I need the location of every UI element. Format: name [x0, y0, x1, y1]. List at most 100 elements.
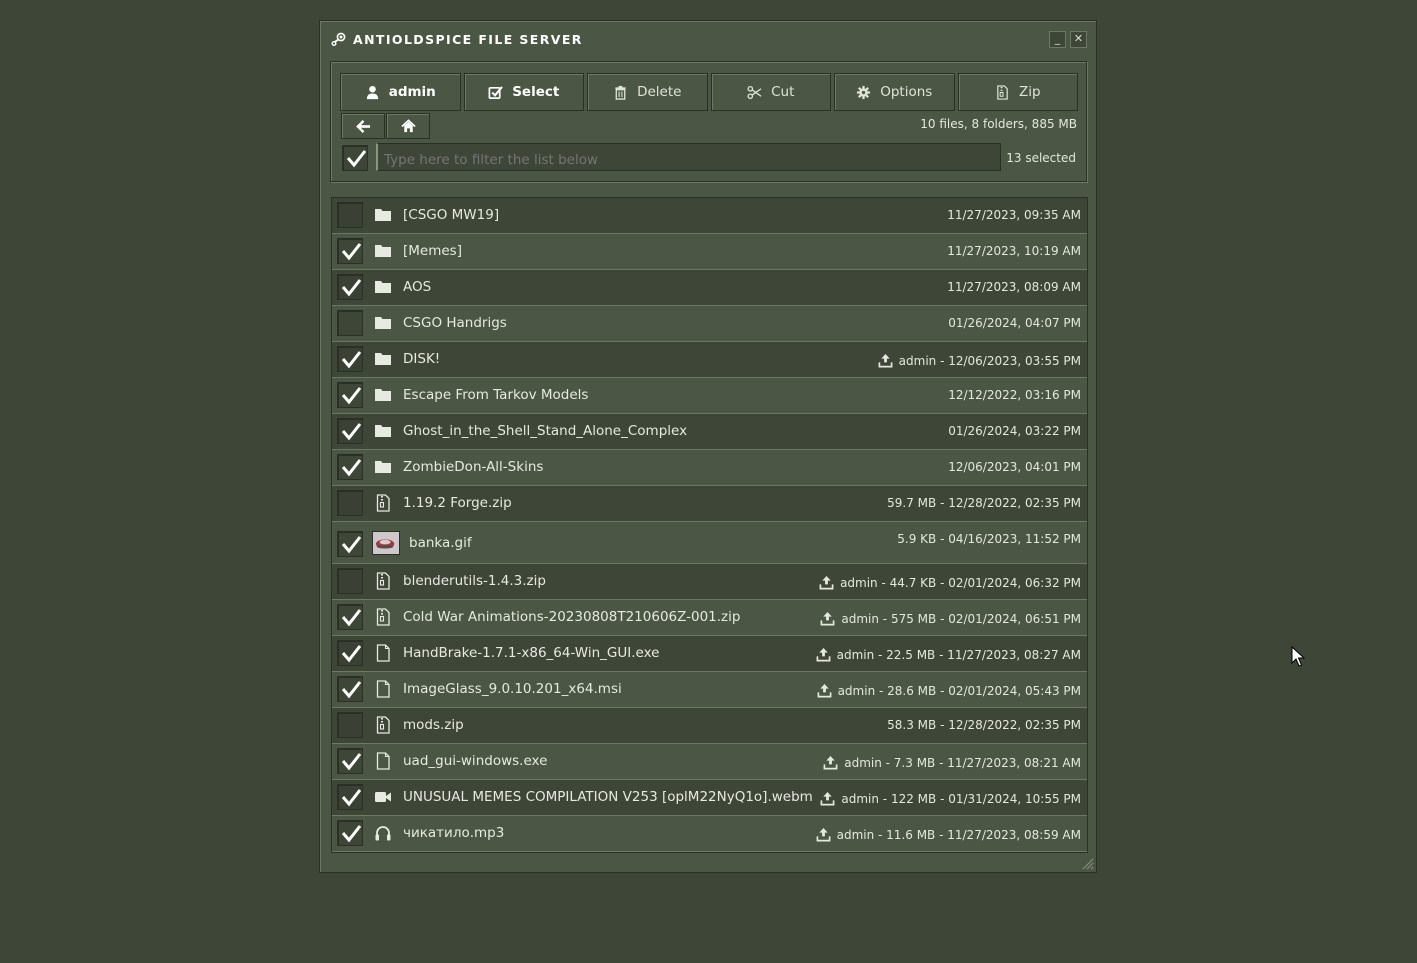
select-button-label: Select	[512, 84, 560, 100]
file-meta-text: admin - 11.6 MB - 11/27/2023, 08:59 AM	[836, 827, 1081, 842]
file-row[interactable]: 1.19.2 Forge.zip 59.7 MB - 12/28/2022, 02…	[332, 486, 1087, 522]
options-button[interactable]: Options	[834, 73, 955, 111]
file-name[interactable]: AOS	[403, 279, 431, 295]
file-name[interactable]: [CSGO MW19]	[403, 207, 499, 223]
row-checkbox[interactable]	[337, 748, 363, 774]
file-meta: 01/26/2024, 04:07 PM	[948, 316, 1081, 330]
file-row[interactable]: ImageGlass_9.0.10.201_x64.msi admin - 28.…	[332, 672, 1087, 708]
delete-button[interactable]: Delete	[587, 73, 708, 111]
file-row[interactable]: CSGO Handrigs 01/26/2024, 04:07 PM	[332, 306, 1087, 342]
file-name[interactable]: banka.gif	[409, 535, 472, 551]
zip-file-icon	[374, 716, 392, 734]
row-checkbox[interactable]	[337, 568, 363, 594]
file-row[interactable]: ZombieDon-All-Skins 12/06/2023, 04:01 PM	[332, 450, 1087, 486]
row-checkbox[interactable]	[337, 454, 363, 480]
upload-icon	[817, 683, 832, 698]
file-name[interactable]: HandBrake-1.7.1-x86_64-Win_GUI.exe	[403, 645, 659, 661]
file-row[interactable]: DISK! admin - 12/06/2023, 03:55 PM	[332, 342, 1087, 378]
zip-file-icon	[374, 572, 392, 590]
select-all-checkbox[interactable]	[342, 145, 368, 171]
file-meta: admin - 11.6 MB - 11/27/2023, 08:59 AM	[816, 827, 1081, 842]
file-name[interactable]: [Memes]	[403, 243, 462, 259]
row-checkbox[interactable]	[337, 202, 363, 228]
toolbar-panel: admin Select Delete Cut Options Zip 10 f…	[330, 61, 1087, 182]
file-meta: 01/26/2024, 03:22 PM	[948, 424, 1081, 438]
row-checkbox[interactable]	[337, 382, 363, 408]
row-checkbox[interactable]	[337, 784, 363, 810]
file-name[interactable]: Escape From Tarkov Models	[403, 387, 588, 403]
file-name[interactable]: DISK!	[403, 351, 440, 367]
options-button-label: Options	[880, 84, 933, 100]
zip-icon	[997, 84, 1008, 100]
upload-icon	[878, 353, 893, 368]
cut-button[interactable]: Cut	[710, 73, 831, 111]
file-meta-text: 12/12/2022, 03:16 PM	[948, 388, 1081, 402]
folder-icon	[374, 314, 392, 332]
folder-icon	[374, 350, 392, 368]
file-row[interactable]: HandBrake-1.7.1-x86_64-Win_GUI.exe admin …	[332, 636, 1087, 672]
file-row[interactable]: [CSGO MW19] 11/27/2023, 09:35 AM	[332, 198, 1087, 234]
file-meta: 12/06/2023, 04:01 PM	[948, 460, 1081, 474]
file-row[interactable]: uad_gui-windows.exe admin - 7.3 MB - 11/2…	[332, 744, 1087, 780]
checkmark-icon	[341, 753, 362, 771]
row-checkbox[interactable]	[337, 346, 363, 372]
close-button[interactable]: ✕	[1070, 31, 1087, 48]
file-name[interactable]: чикатило.mp3	[403, 825, 504, 841]
file-row[interactable]: чикатило.mp3 admin - 11.6 MB - 11/27/2023…	[332, 816, 1087, 852]
resize-grip-icon[interactable]	[1082, 858, 1094, 870]
upload-icon	[820, 611, 835, 626]
row-checkbox[interactable]	[337, 490, 363, 516]
trash-icon	[615, 85, 626, 100]
zip-button-label: Zip	[1018, 84, 1041, 100]
file-row[interactable]: Cold War Animations-20230808T210606Z-001…	[332, 600, 1087, 636]
file-row[interactable]: banka.gif 5.9 KB - 04/16/2023, 11:52 PM	[332, 522, 1087, 564]
file-name[interactable]: Cold War Animations-20230808T210606Z-001…	[403, 609, 740, 625]
row-checkbox[interactable]	[337, 418, 363, 444]
file-name[interactable]: Ghost_in_the_Shell_Stand_Alone_Complex	[403, 423, 687, 439]
home-button[interactable]	[386, 113, 430, 139]
row-checkbox[interactable]	[337, 274, 363, 300]
mouse-cursor-icon	[1291, 646, 1305, 667]
upload-icon	[820, 791, 835, 806]
arrow-left-icon	[355, 119, 370, 133]
file-name[interactable]: mods.zip	[403, 717, 464, 733]
file-row[interactable]: blenderutils-1.4.3.zip admin - 44.7 KB - …	[332, 564, 1087, 600]
filter-input[interactable]	[376, 143, 1001, 171]
folder-icon	[374, 278, 392, 296]
row-checkbox[interactable]	[337, 820, 363, 846]
row-checkbox[interactable]	[337, 531, 363, 557]
file-meta-text: admin - 22.5 MB - 11/27/2023, 08:27 AM	[836, 647, 1081, 662]
file-name[interactable]: blenderutils-1.4.3.zip	[403, 573, 546, 589]
headphones-icon	[374, 824, 392, 842]
admin-button[interactable]: admin	[340, 73, 461, 111]
file-row[interactable]: UNUSUAL MEMES COMPILATION V253 [oplM22Ny…	[332, 780, 1087, 816]
file-row[interactable]: [Memes] 11/27/2023, 10:19 AM	[332, 234, 1087, 270]
file-row[interactable]: Ghost_in_the_Shell_Stand_Alone_Complex 01…	[332, 414, 1087, 450]
file-row[interactable]: AOS 11/27/2023, 08:09 AM	[332, 270, 1087, 306]
file-row[interactable]: Escape From Tarkov Models 12/12/2022, 03:…	[332, 378, 1087, 414]
file-name[interactable]: 1.19.2 Forge.zip	[403, 495, 512, 511]
checkmark-icon	[341, 645, 362, 663]
file-name[interactable]: UNUSUAL MEMES COMPILATION V253 [oplM22Ny…	[403, 789, 813, 805]
back-button[interactable]	[341, 113, 385, 139]
file-name[interactable]: ZombieDon-All-Skins	[403, 459, 543, 475]
file-row[interactable]: mods.zip 58.3 MB - 12/28/2022, 02:35 PM	[332, 708, 1087, 744]
row-checkbox[interactable]	[337, 712, 363, 738]
row-checkbox[interactable]	[337, 604, 363, 630]
file-name[interactable]: ImageGlass_9.0.10.201_x64.msi	[403, 681, 622, 697]
row-checkbox[interactable]	[337, 640, 363, 666]
title-bar[interactable]: ANTIOLDSPICE FILE SERVER _ ✕	[320, 21, 1096, 59]
zip-button[interactable]: Zip	[957, 73, 1078, 111]
file-server-window: ANTIOLDSPICE FILE SERVER _ ✕ admin Selec…	[319, 20, 1097, 873]
row-checkbox[interactable]	[337, 238, 363, 264]
upload-icon	[816, 647, 831, 662]
file-name[interactable]: uad_gui-windows.exe	[403, 753, 547, 769]
minimize-button[interactable]: _	[1049, 31, 1066, 48]
user-icon	[366, 85, 378, 99]
row-checkbox[interactable]	[337, 676, 363, 702]
row-checkbox[interactable]	[337, 310, 363, 336]
select-button[interactable]: Select	[463, 73, 584, 111]
file-list: [CSGO MW19] 11/27/2023, 09:35 AM [Memes] 11…	[331, 197, 1088, 853]
file-meta: admin - 22.5 MB - 11/27/2023, 08:27 AM	[816, 647, 1081, 662]
file-name[interactable]: CSGO Handrigs	[403, 315, 507, 331]
